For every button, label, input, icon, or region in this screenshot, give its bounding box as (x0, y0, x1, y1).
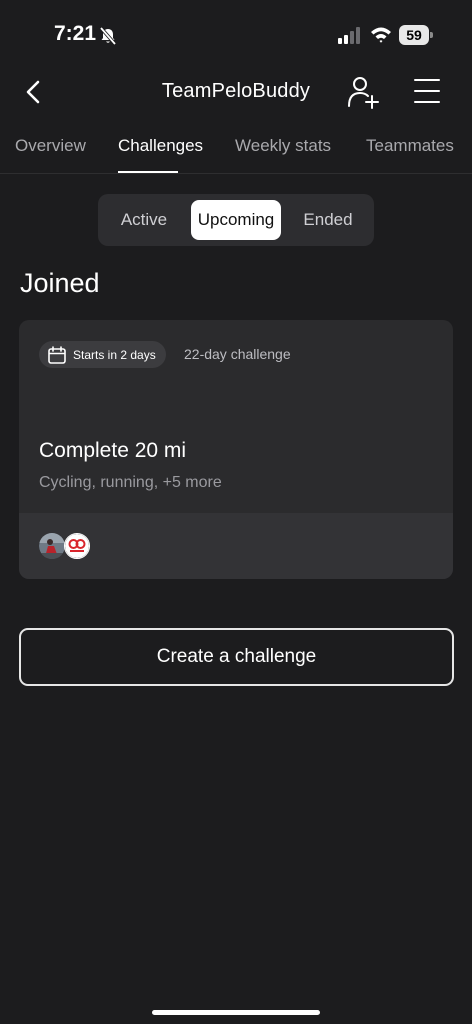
tab-teammates[interactable]: Teammates (366, 136, 454, 156)
active-tab-indicator (118, 171, 178, 173)
create-challenge-button[interactable]: Create a challenge (19, 628, 454, 686)
section-title: Joined (20, 268, 100, 298)
start-badge: Starts in 2 days (39, 341, 166, 368)
challenge-card[interactable]: Starts in 2 days 22-day challenge Comple… (19, 320, 453, 579)
tab-challenges[interactable]: Challenges (118, 136, 203, 156)
home-indicator[interactable] (152, 1010, 320, 1015)
tab-weekly-stats[interactable]: Weekly stats (235, 136, 331, 156)
status-bar: 7:21 59 (0, 0, 472, 70)
filter-active[interactable]: Active (106, 200, 182, 240)
tab-overview[interactable]: Overview (15, 136, 86, 156)
nav-bar: TeamPeloBuddy (0, 70, 472, 115)
calendar-icon (48, 345, 66, 364)
bell-muted-icon (99, 26, 117, 46)
challenge-activities: Cycling, running, +5 more (39, 474, 222, 491)
avatar (64, 533, 90, 559)
battery-cap (430, 32, 433, 38)
hamburger-menu-icon[interactable] (412, 76, 442, 106)
challenge-title: Complete 20 mi (39, 439, 187, 462)
filter-upcoming[interactable]: Upcoming (191, 200, 281, 240)
status-time: 7:21 (54, 22, 97, 45)
battery-indicator: 59 (399, 25, 433, 45)
wifi-icon (371, 27, 391, 43)
team-tabs: Overview Challenges Weekly stats Teammat… (0, 124, 472, 174)
challenge-filter: Active Upcoming Ended (98, 194, 374, 246)
page-title: TeamPeloBuddy (161, 80, 311, 102)
avatar (39, 533, 65, 559)
battery-level: 59 (399, 25, 429, 45)
signal-icon (338, 27, 360, 44)
club-logo-icon (65, 534, 89, 558)
challenge-duration: 22-day challenge (184, 346, 291, 362)
participants-row (19, 513, 453, 579)
filter-ended[interactable]: Ended (290, 200, 366, 240)
start-badge-label: Starts in 2 days (73, 347, 156, 362)
avatar-photo-icon (39, 533, 65, 559)
add-person-icon[interactable] (345, 74, 381, 110)
